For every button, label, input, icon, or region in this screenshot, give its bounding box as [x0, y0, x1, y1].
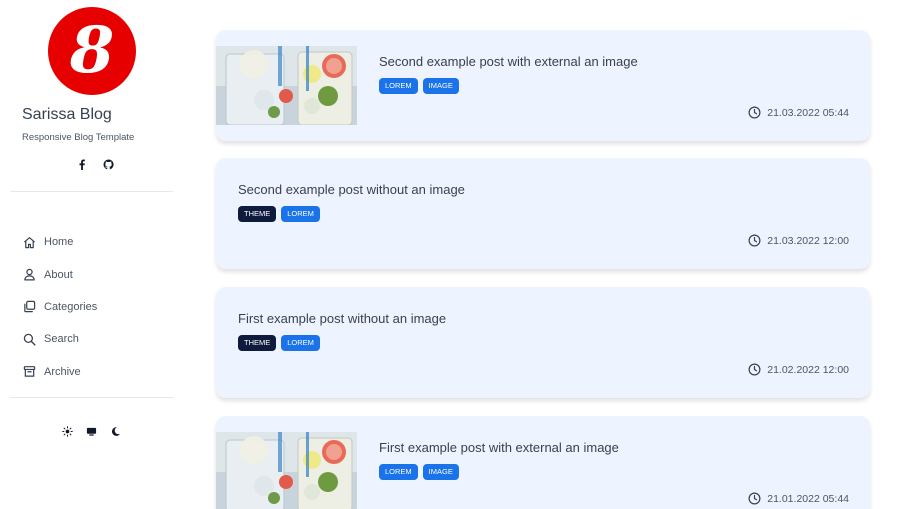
post-card[interactable]: First example post without an image THEM…	[216, 287, 870, 398]
post-date-text: 21.03.2022 05:44	[767, 106, 849, 119]
post-tags: LOREM IMAGE	[379, 464, 459, 480]
post-date: 21.03.2022 12:00	[748, 234, 849, 247]
home-icon	[22, 235, 36, 249]
post-title[interactable]: Second example post without an image	[238, 182, 465, 197]
moon-icon[interactable]	[109, 425, 121, 437]
blog-subtitle: Responsive Blog Template	[22, 132, 135, 143]
blog-title[interactable]: Sarissa Blog	[22, 106, 112, 124]
nav-label-home: Home	[44, 236, 74, 249]
nav-label-about: About	[44, 268, 73, 281]
social-links	[76, 158, 114, 170]
tag-lorem[interactable]: LOREM	[379, 78, 418, 94]
post-date-text: 21.01.2022 05:44	[767, 492, 849, 505]
post-thumbnail[interactable]	[216, 432, 357, 509]
post-title[interactable]: First example post without an image	[238, 311, 446, 326]
nav-item-categories[interactable]: Categories	[22, 291, 97, 323]
theme-switch	[61, 425, 121, 437]
logo-letter: 8	[69, 13, 115, 88]
nav-label-archive: Archive	[44, 365, 81, 378]
post-date: 21.01.2022 05:44	[748, 492, 849, 505]
tag-image[interactable]: IMAGE	[422, 78, 459, 94]
post-title[interactable]: First example post with external an imag…	[379, 440, 619, 455]
user-icon	[22, 268, 36, 282]
post-card[interactable]: Second example post without an image THE…	[216, 158, 870, 269]
facebook-icon[interactable]	[76, 158, 88, 170]
post-tags: THEME LOREM	[238, 335, 320, 351]
nav-item-search[interactable]: Search	[22, 323, 97, 355]
tag-theme[interactable]: THEME	[238, 335, 277, 351]
blog-logo[interactable]: 8	[48, 7, 136, 95]
tag-theme[interactable]: THEME	[238, 206, 277, 222]
github-icon[interactable]	[102, 158, 114, 170]
nav-item-about[interactable]: About	[22, 258, 97, 290]
tag-lorem[interactable]: LOREM	[281, 335, 320, 351]
nav-item-archive[interactable]: Archive	[22, 356, 97, 388]
tag-lorem[interactable]: LOREM	[281, 206, 320, 222]
archive-icon	[22, 365, 36, 379]
clock-icon	[748, 234, 761, 247]
post-card[interactable]: Second example post with external an ima…	[216, 30, 870, 141]
categories-icon	[22, 300, 36, 314]
sun-icon[interactable]	[61, 425, 73, 437]
sidebar-nav: Home About Categories Search Archive	[22, 226, 97, 388]
nav-label-categories: Categories	[44, 300, 98, 313]
sidebar: 8 Sarissa Blog Responsive Blog Template …	[0, 0, 190, 509]
post-card[interactable]: First example post with external an imag…	[216, 416, 870, 509]
tag-lorem[interactable]: LOREM	[379, 464, 418, 480]
clock-icon	[748, 106, 761, 119]
post-thumbnail[interactable]	[216, 46, 357, 125]
post-date-text: 21.02.2022 12:00	[767, 363, 849, 376]
post-date: 21.03.2022 05:44	[748, 106, 849, 119]
clock-icon	[748, 492, 761, 505]
tag-image[interactable]: IMAGE	[422, 464, 459, 480]
monitor-icon[interactable]	[85, 425, 97, 437]
sidebar-divider	[10, 397, 173, 398]
post-tags: LOREM IMAGE	[379, 78, 459, 94]
post-date: 21.02.2022 12:00	[748, 363, 849, 376]
post-title[interactable]: Second example post with external an ima…	[379, 54, 638, 69]
sidebar-divider	[10, 191, 173, 192]
clock-icon	[748, 363, 761, 376]
post-tags: THEME LOREM	[238, 206, 320, 222]
nav-label-search: Search	[44, 333, 79, 346]
post-date-text: 21.03.2022 12:00	[767, 234, 849, 247]
nav-item-home[interactable]: Home	[22, 226, 97, 258]
search-icon	[22, 332, 36, 346]
